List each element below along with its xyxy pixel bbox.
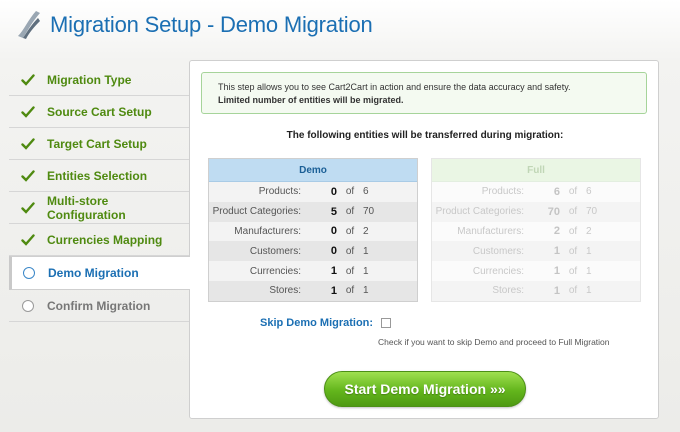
check-icon bbox=[21, 169, 35, 183]
table-row: Customers: 1 of 1 bbox=[432, 241, 640, 262]
full-table-header: Full bbox=[432, 159, 640, 182]
table-row: Currencies: 1 of 1 bbox=[209, 261, 417, 281]
sidebar-item-multi-store-configuration[interactable]: Multi-store Configuration bbox=[9, 192, 189, 224]
demo-entities-table: Demo Products: 0 of 6 Product Categories: 5 o… bbox=[208, 158, 418, 302]
sidebar-item-label: Demo Migration bbox=[48, 266, 139, 280]
table-row: Currencies: 1 of 1 bbox=[432, 261, 640, 281]
sidebar-item-label: Source Cart Setup bbox=[47, 104, 152, 119]
skip-demo-hint: Check if you want to skip Demo and proce… bbox=[378, 337, 610, 347]
steps-sidebar: Migration Type Source Cart Setup Target … bbox=[9, 64, 190, 322]
table-row: Customers: 0 of 1 bbox=[209, 241, 417, 262]
table-row: Manufacturers: 2 of 2 bbox=[432, 221, 640, 242]
info-message: This step allows you to see Cart2Cart in… bbox=[201, 72, 647, 114]
sidebar-item-label: Migration Type bbox=[47, 72, 132, 87]
sidebar-item-label: Target Cart Setup bbox=[47, 136, 147, 151]
info-text: This step allows you to see Cart2Cart in… bbox=[218, 82, 571, 92]
table-row: Products: 6 of 6 bbox=[432, 182, 640, 202]
info-text-bold: Limited number of entities will be migra… bbox=[218, 95, 404, 105]
sidebar-item-currencies-mapping[interactable]: Currencies Mapping bbox=[9, 224, 189, 256]
check-icon bbox=[21, 105, 35, 119]
entities-heading: The following entities will be transferr… bbox=[286, 130, 564, 141]
table-row: Manufacturers: 0 of 2 bbox=[209, 221, 417, 242]
sidebar-item-demo-migration[interactable]: Demo Migration bbox=[9, 256, 190, 290]
sidebar-item-confirm-migration[interactable]: Confirm Migration bbox=[9, 290, 189, 322]
circle-icon bbox=[21, 299, 35, 313]
check-icon bbox=[21, 233, 35, 247]
sidebar-item-migration-type[interactable]: Migration Type bbox=[9, 64, 189, 96]
table-row: Products: 0 of 6 bbox=[209, 182, 417, 202]
sidebar-item-label: Entities Selection bbox=[47, 168, 148, 183]
check-icon bbox=[21, 201, 35, 215]
skip-demo-checkbox[interactable] bbox=[381, 318, 391, 328]
check-icon bbox=[21, 137, 35, 151]
table-row: Product Categories: 5 of 70 bbox=[209, 201, 417, 222]
demo-table-header: Demo bbox=[209, 159, 417, 182]
sidebar-item-entities-selection[interactable]: Entities Selection bbox=[9, 160, 189, 192]
header: Migration Setup - Demo Migration bbox=[0, 0, 680, 52]
skip-demo-label[interactable]: Skip Demo Migration: bbox=[260, 317, 373, 329]
sidebar-item-label: Currencies Mapping bbox=[47, 232, 163, 247]
sidebar-item-source-cart-setup[interactable]: Source Cart Setup bbox=[9, 96, 189, 128]
table-row: Product Categories: 70 of 70 bbox=[432, 201, 640, 222]
table-row: Stores: 1 of 1 bbox=[209, 280, 417, 301]
sidebar-item-label: Confirm Migration bbox=[47, 298, 151, 313]
circle-icon bbox=[22, 266, 36, 280]
start-demo-migration-button[interactable]: Start Demo Migration »» bbox=[324, 371, 526, 407]
cart2cart-logo-icon bbox=[18, 11, 40, 39]
sidebar-item-label: Multi-store Configuration bbox=[47, 193, 126, 222]
sidebar-item-target-cart-setup[interactable]: Target Cart Setup bbox=[9, 128, 189, 160]
check-icon bbox=[21, 73, 35, 87]
demo-migration-panel: This step allows you to see Cart2Cart in… bbox=[189, 60, 659, 419]
page-title: Migration Setup - Demo Migration bbox=[50, 12, 373, 37]
full-entities-table: Full Products: 6 of 6 Product Categories: 70… bbox=[431, 158, 641, 302]
table-row: Stores: 1 of 1 bbox=[432, 280, 640, 301]
